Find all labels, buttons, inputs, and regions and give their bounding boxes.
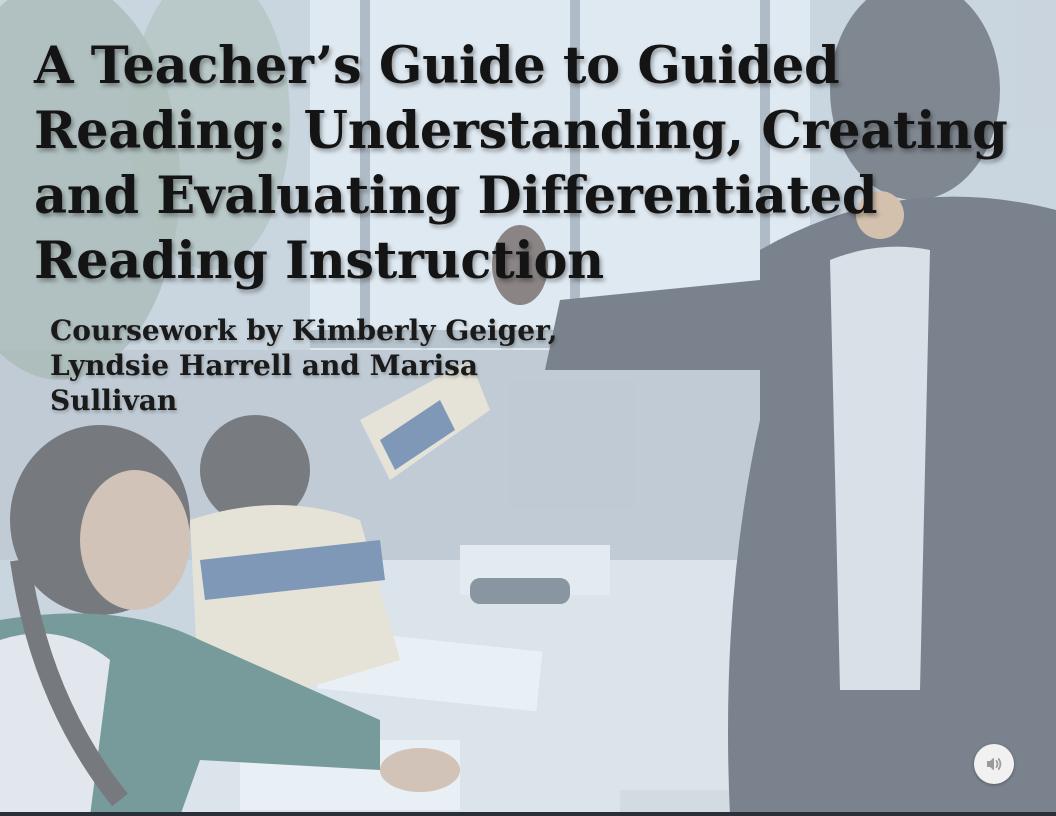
subtitle-line: Sullivan: [50, 384, 178, 417]
subtitle-line: Coursework by Kimberly Geiger,: [50, 314, 558, 347]
subtitle-line: Lyndsie Harrell and Marisa: [50, 349, 479, 382]
slide: A Teacher’s Guide to Guided Reading: Und…: [0, 0, 1056, 816]
audio-button[interactable]: [974, 744, 1014, 784]
slide-subtitle: Coursework by Kimberly Geiger, Lyndsie H…: [50, 313, 570, 418]
speaker-icon: [987, 757, 1002, 771]
bottom-bar: [0, 812, 1056, 816]
title-line: A Teacher’s Guide to Guided: [34, 36, 840, 96]
title-line: Reading: Understanding, Creating: [34, 101, 1008, 161]
title-line: Reading Instruction: [34, 231, 604, 291]
slide-title: A Teacher’s Guide to Guided Reading: Und…: [34, 34, 1014, 294]
title-line: and Evaluating Differentiated: [34, 166, 878, 226]
